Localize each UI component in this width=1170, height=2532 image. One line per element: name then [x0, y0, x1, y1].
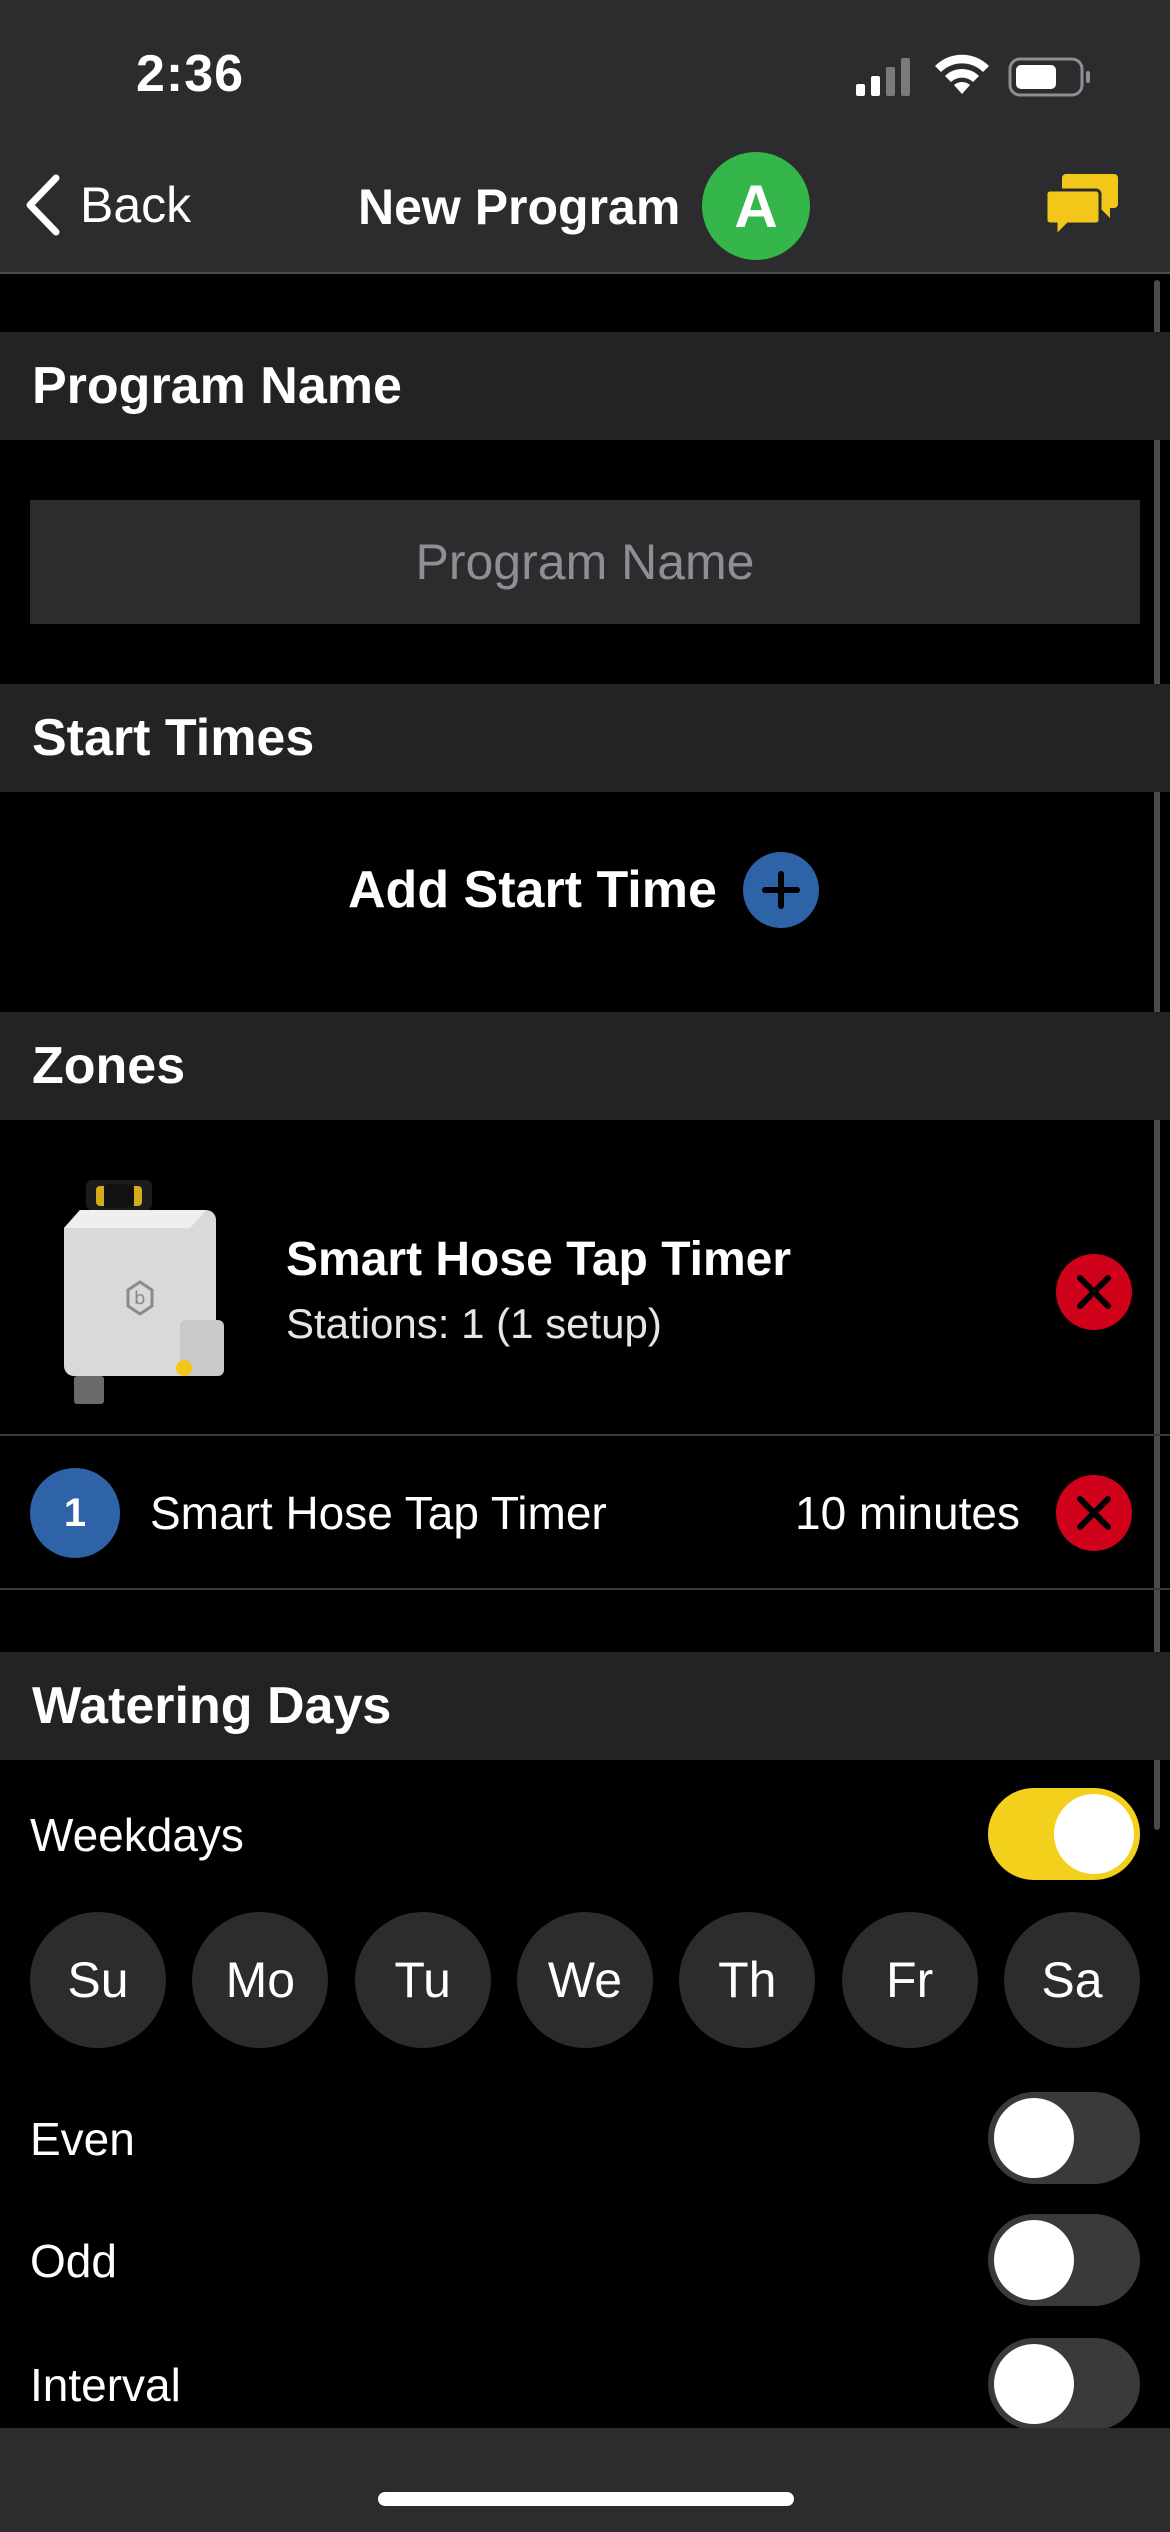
cellular-signal-icon	[856, 58, 910, 96]
page-title: New Program	[358, 179, 681, 235]
zones-header-label: Zones	[32, 1037, 186, 1095]
close-icon	[1077, 1496, 1111, 1530]
close-icon	[1077, 1275, 1111, 1309]
program-name-header-label: Program Name	[32, 357, 402, 415]
start-times-header-label: Start Times	[32, 709, 315, 767]
day-thursday[interactable]: Th	[679, 1912, 816, 2048]
even-label: Even	[30, 2113, 135, 2165]
avatar[interactable]: A	[702, 152, 810, 260]
chat-icon[interactable]	[1044, 170, 1120, 240]
interval-toggle[interactable]	[988, 2338, 1140, 2430]
watering-days-header: Watering Days	[0, 1652, 1170, 1760]
day-saturday[interactable]: Sa	[1003, 1912, 1140, 2048]
watering-days-header-label: Watering Days	[32, 1677, 392, 1735]
station-duration[interactable]: 10 minutes	[795, 1486, 1020, 1540]
back-button[interactable]: Back	[22, 170, 191, 240]
station-name: Smart Hose Tap Timer	[150, 1487, 607, 1539]
day-wednesday[interactable]: We	[516, 1912, 653, 2048]
remove-device-button[interactable]	[1056, 1254, 1132, 1330]
program-name-input[interactable]	[30, 500, 1140, 624]
day-monday[interactable]: Mo	[192, 1912, 329, 2048]
odd-toggle[interactable]	[988, 2214, 1140, 2306]
status-time: 2:36	[136, 45, 245, 103]
weekdays-toggle[interactable]	[988, 1788, 1140, 1880]
svg-text:b: b	[134, 1288, 145, 1309]
station-number-badge: 1	[30, 1468, 120, 1558]
home-indicator[interactable]	[378, 2492, 794, 2506]
start-times-header: Start Times	[0, 684, 1170, 792]
wifi-icon	[935, 54, 989, 94]
device-title: Smart Hose Tap Timer	[286, 1233, 792, 1286]
chevron-left-icon	[26, 174, 60, 236]
divider	[0, 1588, 1170, 1590]
device-subtitle: Stations: 1 (1 setup)	[286, 1300, 662, 1347]
top-bar: 2:36 Back New Program A	[0, 0, 1170, 274]
add-start-time-button[interactable]: Add Start Time	[348, 850, 819, 930]
device-image: b	[64, 1180, 224, 1404]
even-toggle[interactable]	[988, 2092, 1140, 2184]
remove-station-button[interactable]	[1056, 1475, 1132, 1551]
day-sunday[interactable]: Su	[30, 1912, 166, 2048]
odd-label: Odd	[30, 2235, 117, 2287]
weekdays-label: Weekdays	[30, 1809, 244, 1861]
day-tuesday[interactable]: Tu	[354, 1912, 491, 2048]
home-bar-area	[0, 2428, 1170, 2532]
battery-icon	[1008, 57, 1090, 97]
add-icon[interactable]	[742, 852, 819, 928]
back-label: Back	[80, 177, 192, 233]
day-friday[interactable]: Fr	[841, 1912, 978, 2048]
toggle-knob	[994, 2344, 1074, 2424]
divider	[0, 1434, 1170, 1436]
program-name-header: Program Name	[0, 332, 1170, 440]
day-selector: Su Mo Tu We Th Fr Sa	[30, 1912, 1140, 2048]
toggle-knob	[994, 2220, 1074, 2300]
toggle-knob	[994, 2098, 1074, 2178]
toggle-knob	[1054, 1794, 1134, 1874]
add-start-time-label: Add Start Time	[348, 861, 717, 919]
interval-label: Interval	[30, 2359, 181, 2411]
zones-header: Zones	[0, 1012, 1170, 1120]
plus-icon	[761, 871, 800, 909]
